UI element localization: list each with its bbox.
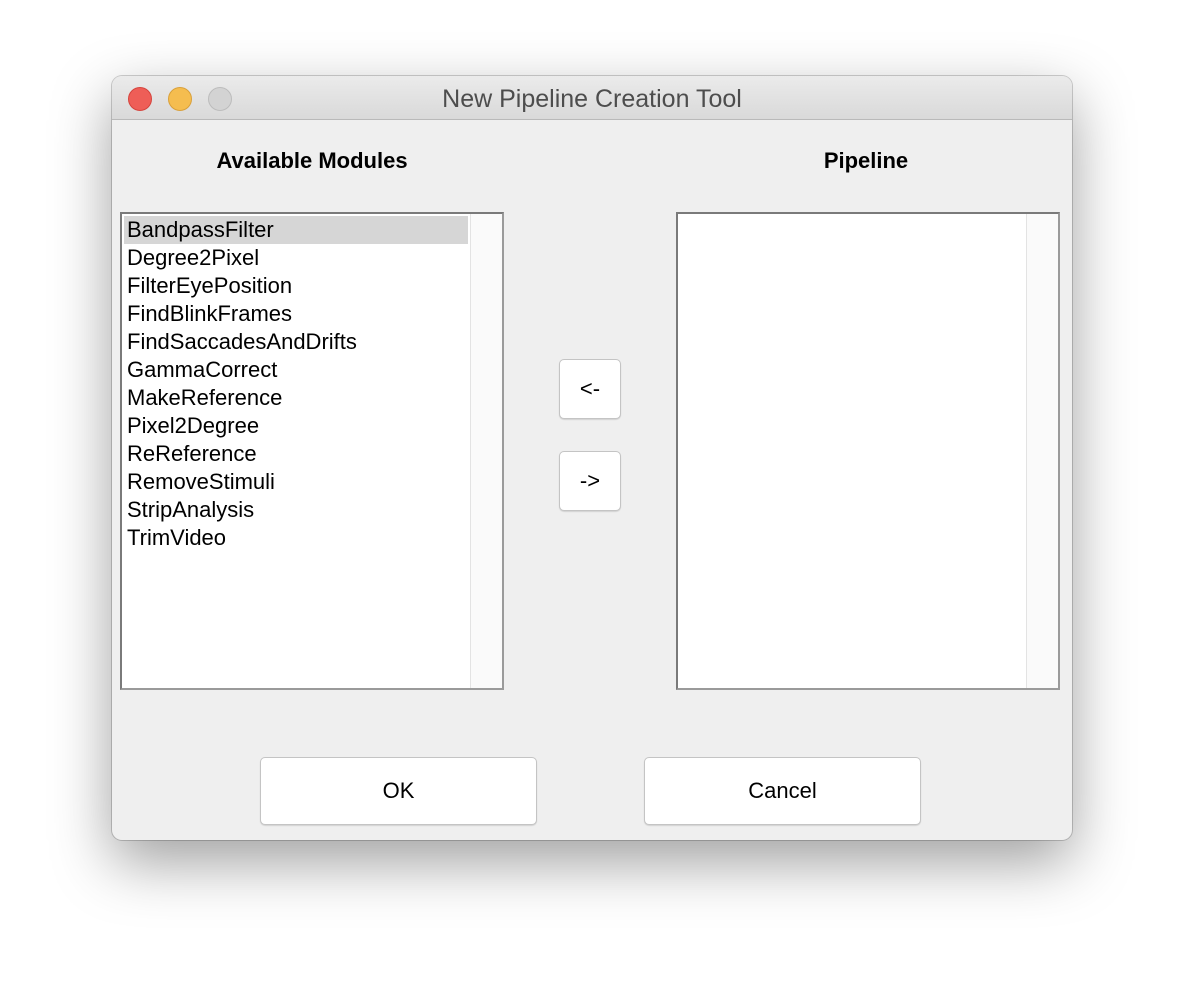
list-item[interactable]: StripAnalysis <box>124 496 468 524</box>
list-item[interactable]: FindSaccadesAndDrifts <box>124 328 468 356</box>
list-item[interactable]: BandpassFilter <box>124 216 468 244</box>
list-item[interactable]: MakeReference <box>124 384 468 412</box>
list-item[interactable]: TrimVideo <box>124 524 468 552</box>
list-item[interactable]: RemoveStimuli <box>124 468 468 496</box>
available-modules-scrollbar[interactable] <box>470 214 502 688</box>
list-item[interactable]: Pixel2Degree <box>124 412 468 440</box>
available-modules-heading: Available Modules <box>216 148 408 173</box>
available-modules-items: BandpassFilter Degree2Pixel FilterEyePosit… <box>124 216 468 552</box>
pipeline-heading: Pipeline <box>823 148 909 173</box>
list-item[interactable]: FindBlinkFrames <box>124 300 468 328</box>
pipeline-list[interactable] <box>676 212 1060 690</box>
add-to-pipeline-button[interactable]: -> <box>559 451 621 511</box>
list-item[interactable]: Degree2Pixel <box>124 244 468 272</box>
pipeline-creation-dialog: New Pipeline Creation Tool Available Mod… <box>112 76 1072 840</box>
cancel-button[interactable]: Cancel <box>644 757 921 825</box>
remove-from-pipeline-button[interactable]: <- <box>559 359 621 419</box>
list-item[interactable]: ReReference <box>124 440 468 468</box>
pipeline-scrollbar[interactable] <box>1026 214 1058 688</box>
available-modules-list[interactable]: BandpassFilter Degree2Pixel FilterEyePosit… <box>120 212 504 690</box>
ok-button[interactable]: OK <box>260 757 537 825</box>
list-item[interactable]: FilterEyePosition <box>124 272 468 300</box>
list-item[interactable]: GammaCorrect <box>124 356 468 384</box>
title-bar[interactable]: New Pipeline Creation Tool <box>112 76 1072 120</box>
window-title: New Pipeline Creation Tool <box>442 85 742 113</box>
